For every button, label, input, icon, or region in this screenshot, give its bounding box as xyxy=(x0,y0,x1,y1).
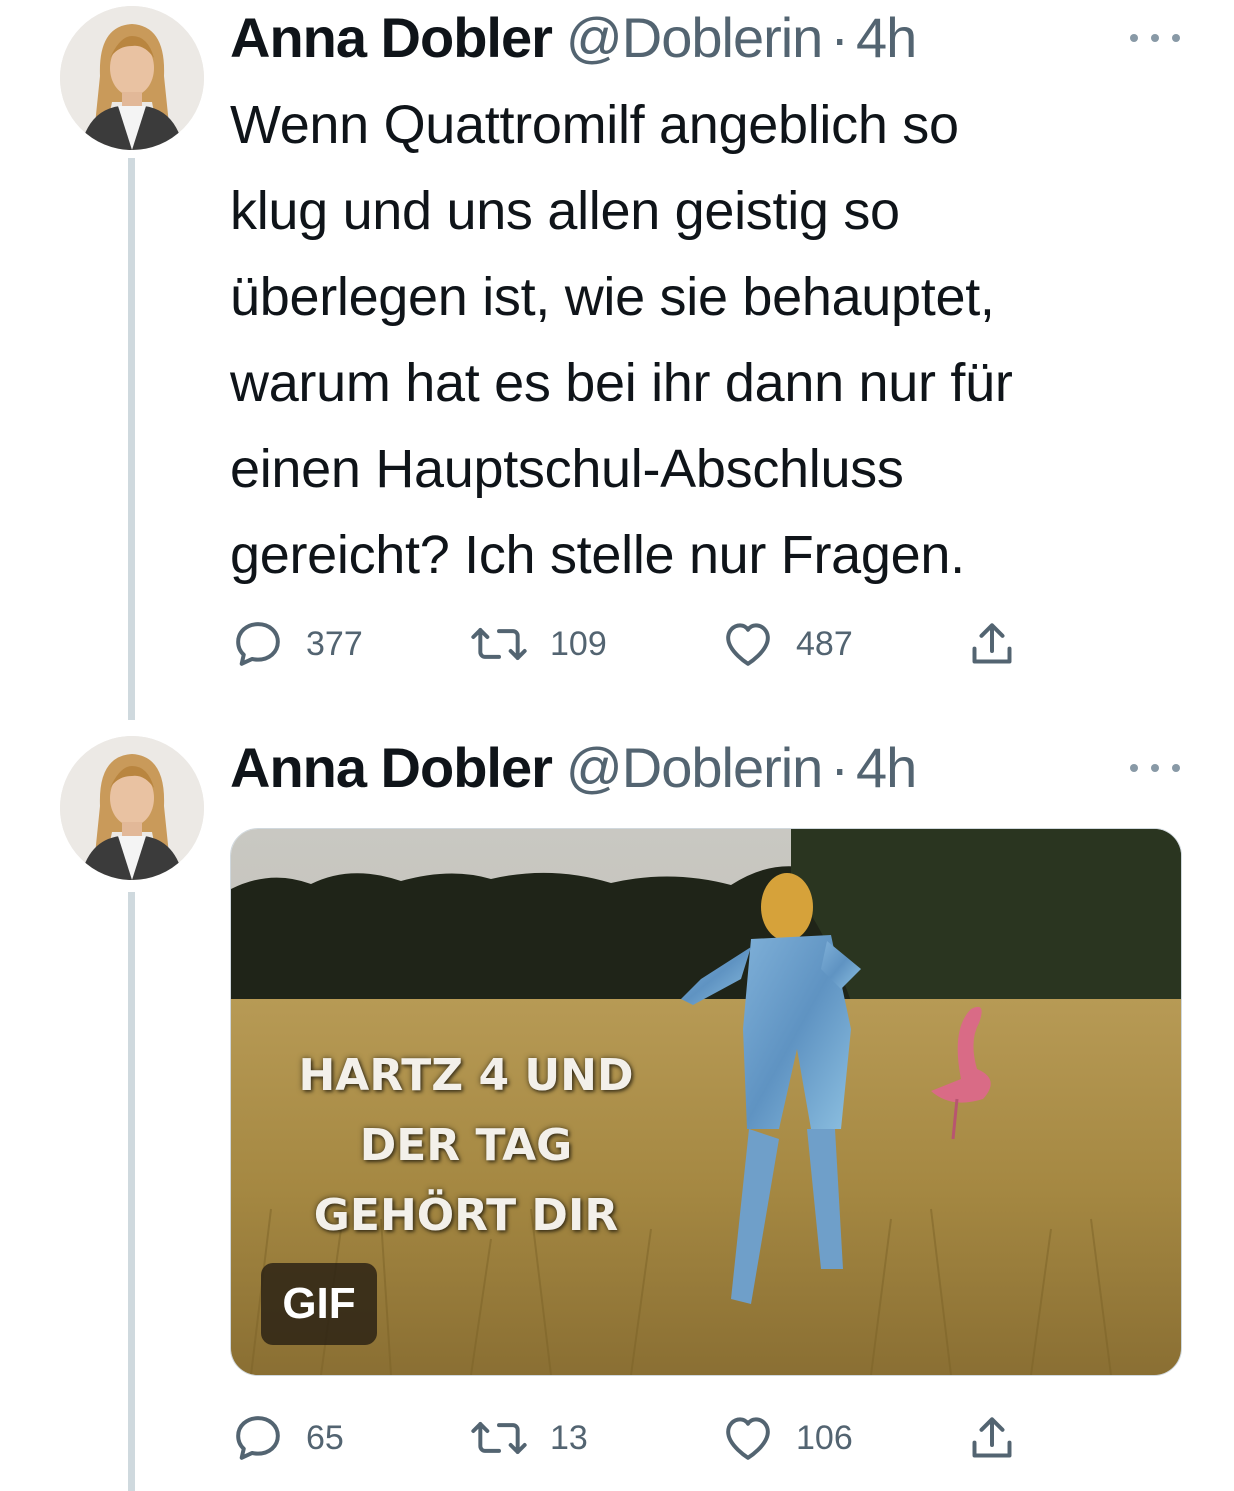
separator: · xyxy=(830,736,849,799)
retweet-button[interactable]: 109 xyxy=(468,614,607,674)
gif-badge: GIF xyxy=(261,1263,377,1345)
more-icon[interactable] xyxy=(1130,758,1180,778)
author-name[interactable]: Anna Dobler xyxy=(230,730,553,806)
like-count: 487 xyxy=(796,624,853,663)
thread-line xyxy=(128,892,135,1491)
reply-icon xyxy=(236,622,280,666)
reply-button[interactable]: 377 xyxy=(230,614,363,674)
avatar-photo xyxy=(60,736,204,880)
retweet-count: 13 xyxy=(550,1418,588,1457)
avatar[interactable] xyxy=(60,736,204,880)
thread-line xyxy=(128,158,135,720)
timestamp[interactable]: 4h xyxy=(856,0,917,76)
timestamp[interactable]: 4h xyxy=(856,730,917,806)
tweet-actions: 377 109 487 xyxy=(230,614,1050,674)
reply-icon xyxy=(236,1416,280,1460)
avatar[interactable] xyxy=(60,6,204,150)
tweet[interactable]: Anna Dobler @Doblerin · 4h HARTZ 4 UND D… xyxy=(0,730,1234,1491)
gif-overlay-text: HARTZ 4 UND DER TAG GEHÖRT DIR xyxy=(298,1050,634,1241)
retweet-button[interactable]: 13 xyxy=(468,1408,588,1468)
reply-count: 65 xyxy=(306,1418,344,1457)
share-button[interactable] xyxy=(964,1408,1020,1468)
heart-icon xyxy=(726,623,770,666)
tweet-text: Wenn Quattromilf angeblich so klug und u… xyxy=(230,95,1013,585)
like-button[interactable]: 106 xyxy=(720,1408,853,1468)
avatar-photo xyxy=(60,6,204,150)
author-name[interactable]: Anna Dobler xyxy=(230,0,553,76)
separator: · xyxy=(830,6,849,69)
share-icon xyxy=(972,623,1012,664)
like-count: 106 xyxy=(796,1418,853,1457)
retweet-icon xyxy=(471,1422,527,1454)
heart-icon xyxy=(726,1417,770,1460)
share-icon xyxy=(972,1417,1012,1458)
retweet-count: 109 xyxy=(550,624,607,663)
gif-media[interactable]: HARTZ 4 UND DER TAG GEHÖRT DIR GIF xyxy=(230,828,1182,1376)
more-icon[interactable] xyxy=(1130,28,1180,48)
reply-count: 377 xyxy=(306,624,363,663)
tweet[interactable]: Anna Dobler @Doblerin · 4h Wenn Quattrom… xyxy=(0,0,1234,730)
reply-button[interactable]: 65 xyxy=(230,1408,344,1468)
tweet-header: Anna Dobler @Doblerin · 4h xyxy=(230,0,917,76)
like-button[interactable]: 487 xyxy=(720,614,853,674)
share-button[interactable] xyxy=(964,614,1020,674)
author-handle[interactable]: @Doblerin xyxy=(566,0,823,76)
tweet-actions: 65 13 106 xyxy=(230,1408,1050,1468)
tweet-header: Anna Dobler @Doblerin · 4h xyxy=(230,730,917,806)
author-handle[interactable]: @Doblerin xyxy=(566,730,823,806)
retweet-icon xyxy=(471,628,527,660)
